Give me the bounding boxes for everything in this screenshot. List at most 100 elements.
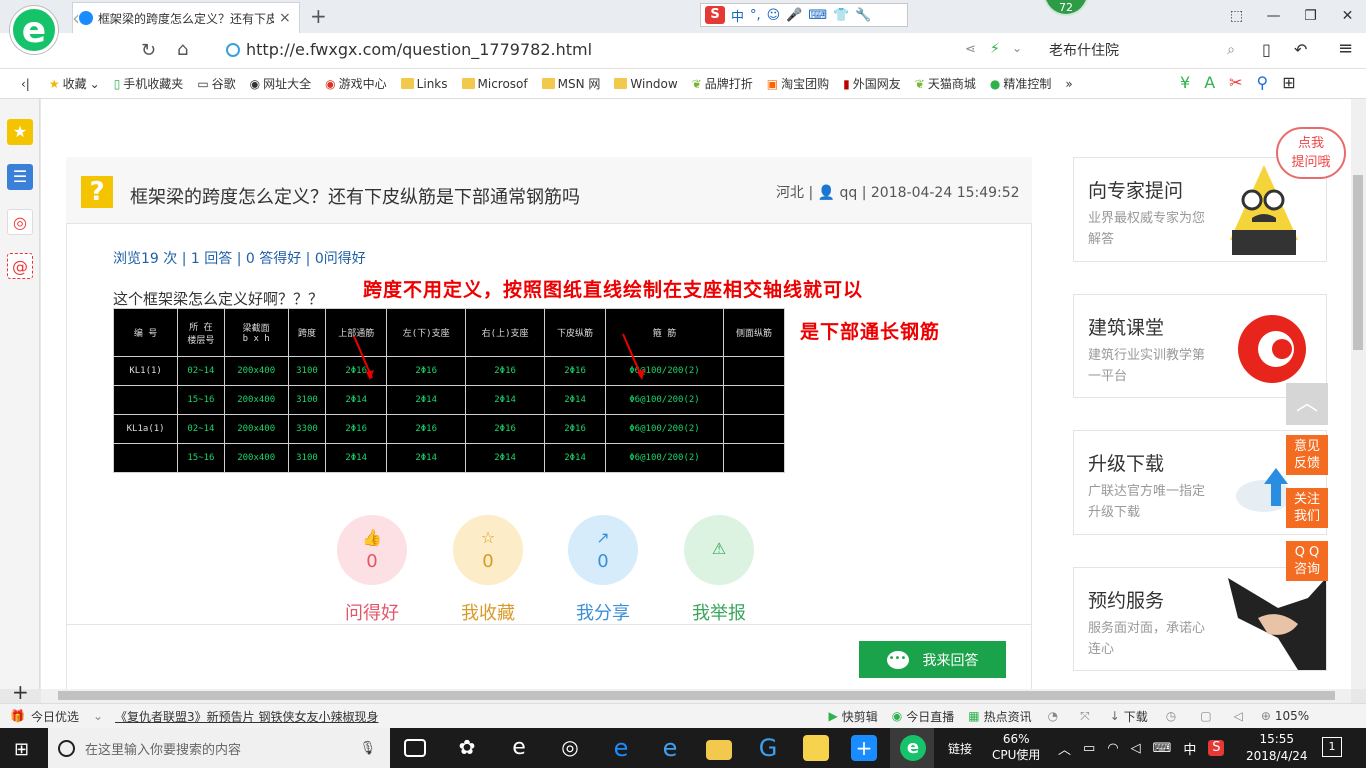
action-circle[interactable]: 👍 0 — [337, 515, 407, 585]
swirl-app-icon[interactable]: ◎ — [557, 735, 583, 761]
back-button[interactable]: ‹ — [72, 6, 80, 30]
browser-tab[interactable]: 框架梁的跨度怎么定义？还有下皮 × — [72, 2, 300, 33]
keyboard-icon[interactable]: ⌨ — [808, 8, 827, 23]
vertical-scrollbar-thumb[interactable] — [1353, 175, 1363, 350]
sogou-tray-icon[interactable]: S — [1208, 740, 1225, 756]
taskbar-search-input[interactable]: 在这里输入你要搜索的内容 🎙 — [48, 728, 390, 768]
bookmark-item[interactable]: ❦ 品牌打折 — [685, 75, 760, 92]
ime-toolbar[interactable]: S 中 °, ☺ 🎤 ⌨ 👕 🔧 — [700, 3, 908, 27]
new-tab-button[interactable]: + — [310, 4, 327, 28]
close-button[interactable]: ✕ — [1329, 0, 1366, 33]
bookmark-folder[interactable]: Links — [394, 77, 455, 91]
phone-icon[interactable]: ▯ — [1262, 40, 1271, 59]
wrench-icon[interactable]: 🔧 — [855, 8, 871, 23]
bookmark-folder[interactable]: Window — [607, 77, 684, 91]
task-view-icon[interactable] — [404, 739, 426, 757]
ime-lang[interactable]: 中 — [731, 6, 744, 25]
bookmark-item[interactable]: ◉ 游戏中心 — [318, 75, 394, 92]
notification-center-icon[interactable]: 1 — [1322, 737, 1342, 757]
bookmarks-toggle-icon[interactable]: ‹| — [14, 77, 42, 91]
chevron-down-icon[interactable]: ⌄ — [1012, 41, 1022, 55]
yen-icon[interactable]: ¥ — [1180, 73, 1190, 92]
keyboard-icon[interactable]: ⌨ — [1153, 741, 1172, 756]
ask-bubble[interactable]: 点我 提问哦 — [1276, 127, 1346, 179]
share-icon[interactable]: ⋖ — [965, 42, 976, 57]
follow-us-button[interactable]: 关注 我们 — [1286, 488, 1328, 528]
input-language[interactable]: 中 — [1183, 739, 1196, 758]
pin-icon[interactable]: ⤧ — [1080, 709, 1090, 724]
bookmark-item[interactable]: ▭ 谷歌 — [190, 75, 242, 92]
search-suggestion[interactable]: 老布什住院 — [1049, 40, 1119, 60]
bookmark-item[interactable]: ◉ 网址大全 — [243, 75, 319, 92]
magnifier-icon[interactable]: ⚲ — [1257, 73, 1269, 92]
edge-icon[interactable]: e — [608, 735, 634, 761]
zoom-icon[interactable]: ⊕ — [1261, 709, 1271, 723]
chevron-down-icon[interactable]: ⌄ — [93, 709, 103, 723]
bookmark-item[interactable]: ▣ 淘宝团购 — [760, 75, 836, 92]
emoji-icon[interactable]: ☺ — [767, 8, 781, 23]
volume-icon[interactable]: ◁ — [1131, 741, 1141, 756]
action-label[interactable]: 问得好 — [337, 599, 407, 625]
action-star[interactable]: ☆ 0 我收藏 — [453, 515, 523, 625]
horizontal-scrollbar-thumb[interactable] — [58, 691, 1335, 700]
cpu-meter[interactable]: 66% CPU使用 — [992, 731, 1040, 763]
chevron-up-icon[interactable]: ︿ — [1058, 739, 1071, 758]
speed-icon[interactable]: ◔ — [1048, 709, 1058, 723]
scissors-icon[interactable]: ✂ — [1229, 73, 1242, 92]
menu-icon[interactable]: ≡ — [1338, 38, 1353, 59]
battery-icon[interactable]: ▭ — [1083, 741, 1095, 756]
hot-news-link[interactable]: 热点资讯 — [984, 708, 1032, 725]
bookmark-item[interactable]: ▮ 外国网友 — [836, 75, 908, 92]
search-input[interactable]: 老布什住院 ⌕ — [1043, 37, 1241, 63]
url-text[interactable]: http://e.fwxgx.com/question_1779782.html — [246, 40, 592, 59]
ime-punct[interactable]: °, — [750, 8, 761, 23]
lightning-icon[interactable]: ⚡ — [990, 41, 1000, 57]
undo-icon[interactable]: ↶ — [1294, 40, 1307, 59]
minimize-button[interactable]: — — [1255, 0, 1292, 33]
action-label[interactable]: 我举报 — [684, 599, 754, 625]
reader-icon[interactable]: ☰ — [7, 164, 33, 190]
clock[interactable]: 15:55 2018/4/24 — [1246, 731, 1308, 765]
sogou-icon[interactable]: S — [705, 6, 725, 24]
feedback-button[interactable]: 意见 反馈 — [1286, 435, 1328, 475]
email-icon[interactable]: @ — [7, 253, 33, 279]
apps-icon[interactable]: ⊞ — [1282, 73, 1295, 92]
action-label[interactable]: 我收藏 — [453, 599, 523, 625]
bookmark-item[interactable]: ● 精准控制 — [983, 75, 1059, 92]
favorites-star-icon[interactable]: ★ — [7, 119, 33, 145]
browser-logo-icon[interactable]: e — [10, 6, 58, 54]
restore-button[interactable]: ❐ — [1292, 0, 1329, 33]
ie-icon[interactable]: e — [657, 735, 683, 761]
bookmark-item[interactable]: ▯ 手机收藏夹 — [107, 75, 191, 92]
download-link[interactable]: 下载 — [1124, 708, 1148, 725]
tab-close-icon[interactable]: × — [279, 10, 291, 26]
back-to-top-button[interactable]: ︿ — [1286, 383, 1328, 425]
action-thumbs-up[interactable]: 👍 0 问得好 — [337, 515, 407, 625]
plus-app-icon[interactable]: + — [851, 735, 877, 761]
question-stats[interactable]: 浏览19 次 | 1 回答 | 0 答得好 | 0问得好 — [113, 248, 366, 268]
skin-button[interactable]: ⬚ — [1218, 0, 1255, 33]
action-circle[interactable]: ↗ 0 — [568, 515, 638, 585]
news-ticker[interactable]: 《复仇者联盟3》新预告片 钢铁侠女友小辣椒现身 — [115, 708, 378, 725]
sidebar-add-icon[interactable]: + — [12, 680, 29, 704]
file-explorer-icon[interactable] — [706, 740, 732, 760]
mute-icon[interactable]: ◁ — [1234, 709, 1243, 723]
notepad-icon[interactable] — [803, 735, 829, 761]
url-field[interactable]: http://e.fwxgx.com/question_1779782.html — [226, 40, 592, 59]
window-icon[interactable]: ▢ — [1200, 709, 1211, 723]
bookmark-item[interactable]: ❦ 天猫商城 — [908, 75, 983, 92]
today-picks[interactable]: 今日优选 — [31, 708, 79, 725]
weibo-icon[interactable]: ◎ — [7, 209, 33, 235]
bookmark-folder[interactable]: MSN 网 — [535, 75, 608, 92]
qq-consult-button[interactable]: Q Q 咨询 — [1286, 541, 1328, 581]
mic-icon[interactable]: 🎤 — [786, 8, 802, 23]
zoom-level[interactable]: 105% — [1275, 709, 1309, 723]
home-icon[interactable]: ⌂ — [177, 39, 188, 60]
microphone-icon[interactable]: 🎙 — [359, 741, 376, 756]
skin-icon[interactable]: 👕 — [833, 8, 849, 23]
bookmark-item[interactable]: ★ 收藏 ⌄ — [42, 75, 107, 92]
bookmarks-more[interactable]: » — [1058, 77, 1079, 91]
refresh-icon[interactable]: ↻ — [141, 40, 156, 61]
tray-link[interactable]: 链接 — [948, 728, 972, 768]
live-link[interactable]: 今日直播 — [906, 708, 954, 725]
